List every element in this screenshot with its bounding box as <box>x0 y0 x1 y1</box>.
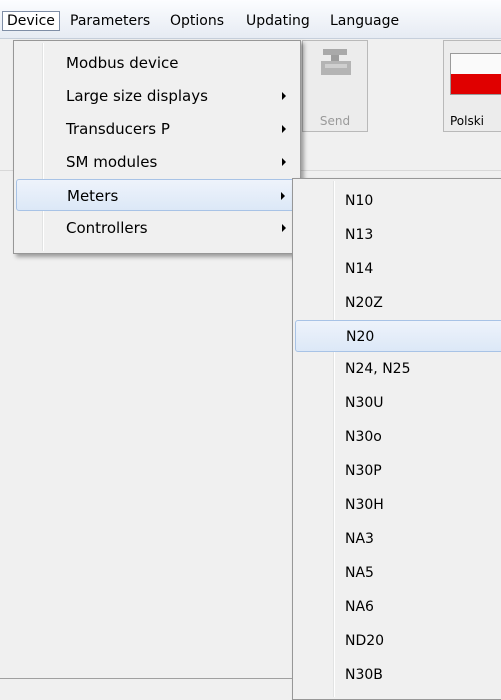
menu-parameters[interactable]: Parameters <box>66 11 154 31</box>
submenu-arrow-icon <box>282 92 286 100</box>
send-button[interactable]: Send <box>302 40 368 132</box>
polski-button[interactable]: Polski <box>443 40 501 132</box>
submenu-arrow-icon <box>281 192 285 200</box>
menu-bar: Device Parameters Options Updating Langu… <box>0 0 501 39</box>
submenu-arrow-icon <box>282 158 286 166</box>
menu-item-sm-modules[interactable]: SM modules <box>16 146 298 178</box>
menu-item-large-size-displays[interactable]: Large size displays <box>16 80 298 112</box>
meter-item-n13[interactable]: N13 <box>295 219 501 251</box>
meter-item-n30o[interactable]: N30o <box>295 421 501 453</box>
meter-item-n10[interactable]: N10 <box>295 185 501 217</box>
submenu-arrow-icon <box>282 224 286 232</box>
send-device-icon <box>321 49 351 75</box>
menu-item-meters[interactable]: Meters <box>16 179 298 211</box>
polski-button-label: Polski <box>450 114 485 128</box>
send-button-label: Send <box>319 114 351 128</box>
meter-item-na6[interactable]: NA6 <box>295 591 501 623</box>
polish-flag-icon <box>450 53 501 95</box>
meters-submenu: N10 N13 N14 N20Z N20 N24, N25 N30U N30o … <box>292 178 501 700</box>
meter-item-n30p[interactable]: N30P <box>295 455 501 487</box>
menu-options[interactable]: Options <box>166 11 228 31</box>
meter-item-nd20[interactable]: ND20 <box>295 625 501 657</box>
meter-item-n20[interactable]: N20 <box>295 320 501 352</box>
menu-updating[interactable]: Updating <box>242 11 314 31</box>
meter-item-n24-n25[interactable]: N24, N25 <box>295 353 501 385</box>
meter-item-n30b[interactable]: N30B <box>295 659 501 691</box>
menu-item-controllers[interactable]: Controllers <box>16 212 298 244</box>
submenu-arrow-icon <box>282 125 286 133</box>
device-menu: Modbus device Large size displays Transd… <box>13 40 301 254</box>
meter-item-na5[interactable]: NA5 <box>295 557 501 589</box>
meter-item-n30u[interactable]: N30U <box>295 387 501 419</box>
meter-item-n14[interactable]: N14 <box>295 253 501 285</box>
menu-item-transducers-p[interactable]: Transducers P <box>16 113 298 145</box>
menu-item-modbus-device[interactable]: Modbus device <box>16 47 298 79</box>
meter-item-n20z[interactable]: N20Z <box>295 287 501 319</box>
menu-language[interactable]: Language <box>326 11 403 31</box>
meter-item-n30h[interactable]: N30H <box>295 489 501 521</box>
menu-device[interactable]: Device <box>2 11 60 31</box>
status-divider <box>0 678 292 679</box>
meter-item-na3[interactable]: NA3 <box>295 523 501 555</box>
